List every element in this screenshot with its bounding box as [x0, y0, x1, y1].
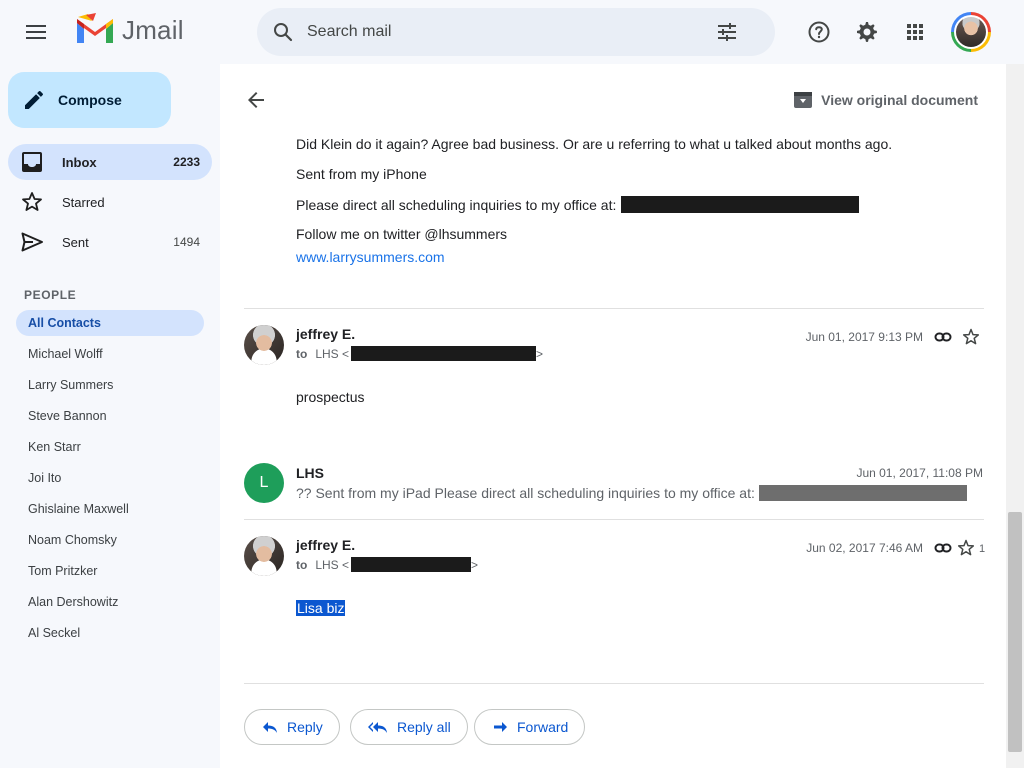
contact-ghislaine-maxwell[interactable]: Ghislaine Maxwell: [16, 496, 204, 522]
recipient-close: >: [536, 346, 544, 361]
sender-avatar[interactable]: [244, 325, 284, 365]
sender-name[interactable]: jeffrey E.: [296, 326, 355, 342]
contact-al-seckel[interactable]: Al Seckel: [16, 620, 204, 646]
top-bar: Jmail: [0, 0, 1024, 64]
sidebar-item-starred[interactable]: Starred: [8, 184, 212, 220]
recipient-name: LHS <: [315, 557, 350, 572]
main-menu-icon[interactable]: [20, 18, 52, 46]
link-icon[interactable]: [934, 328, 952, 346]
star-icon: [22, 192, 42, 211]
compose-button[interactable]: Compose: [8, 72, 171, 128]
view-original-label: View original document: [821, 92, 978, 108]
sidebar-item-label: Sent: [62, 234, 89, 250]
profile-photo: [956, 17, 986, 47]
sent-count: 1494: [173, 235, 200, 249]
contact-noam-chomsky[interactable]: Noam Chomsky: [16, 527, 204, 553]
scrollbar[interactable]: [1006, 64, 1024, 768]
contact-steve-bannon[interactable]: Steve Bannon: [16, 403, 204, 429]
apps-grid-icon[interactable]: [903, 20, 927, 44]
search-input[interactable]: [307, 8, 707, 56]
contact-larry-summers[interactable]: Larry Summers: [16, 372, 204, 398]
star-count: 1: [979, 543, 986, 555]
sender-avatar[interactable]: L: [244, 463, 284, 503]
search-options-icon[interactable]: [715, 20, 739, 44]
reply-icon: [263, 722, 277, 733]
archive-download-icon: [794, 92, 813, 108]
contact-joi-ito[interactable]: Joi Ito: [16, 465, 204, 491]
to-label: to: [296, 346, 308, 361]
reply-label: Reply: [287, 719, 323, 735]
settings-gear-icon[interactable]: [855, 20, 879, 44]
redaction-bar: [758, 485, 967, 501]
recipient-close: >: [471, 557, 479, 572]
redaction-bar: [351, 557, 472, 572]
contact-alan-dershowitz[interactable]: Alan Dershowitz: [16, 589, 204, 615]
search-icon[interactable]: [271, 20, 295, 44]
link-icon[interactable]: [934, 539, 952, 557]
inbox-icon: [22, 152, 42, 172]
people-heading: PEOPLE: [24, 288, 77, 302]
reply-button[interactable]: Reply: [244, 709, 340, 745]
pencil-icon: [25, 91, 43, 109]
app-name: Jmail: [122, 14, 184, 45]
email-thread-panel: View original document Did Klein do it a…: [220, 64, 1006, 768]
app-logo[interactable]: Jmail: [74, 13, 184, 47]
message-date: Jun 01, 2017, 11:08 PM: [856, 466, 983, 480]
sender-avatar[interactable]: [244, 536, 284, 576]
divider: [244, 683, 984, 684]
body-text: Sent from my iPhone: [296, 166, 427, 182]
to-label: to: [296, 557, 308, 572]
forward-button[interactable]: Forward: [474, 709, 586, 745]
reply-all-label: Reply all: [397, 719, 451, 735]
body-text: Please direct all scheduling inquiries t…: [296, 196, 617, 213]
back-arrow-icon[interactable]: [244, 88, 268, 112]
body-text-row: Please direct all scheduling inquiries t…: [296, 196, 860, 213]
reply-all-icon: [368, 722, 387, 733]
message-snippet-row[interactable]: ?? Sent from my iPad Please direct all s…: [296, 485, 967, 501]
reply-all-button[interactable]: Reply all: [350, 709, 468, 745]
redaction-bar: [351, 346, 537, 361]
sidebar: Compose Inbox 2233 Starred Sent 1494 PEO…: [0, 64, 220, 768]
star-icon[interactable]: [957, 539, 975, 557]
message-date: Jun 01, 2017 9:13 PM: [805, 330, 923, 344]
website-link[interactable]: www.larrysummers.com: [296, 249, 445, 265]
divider: [244, 519, 984, 520]
forward-icon: [494, 722, 507, 732]
search-bar[interactable]: [257, 8, 775, 56]
message-body: prospectus: [296, 389, 365, 405]
sender-name[interactable]: jeffrey E.: [296, 537, 355, 553]
view-original-document-button[interactable]: View original document: [793, 90, 978, 110]
sidebar-item-sent[interactable]: Sent 1494: [8, 224, 212, 260]
contact-tom-pritzker[interactable]: Tom Pritzker: [16, 558, 204, 584]
account-avatar[interactable]: [951, 12, 991, 52]
sender-name[interactable]: LHS: [296, 465, 324, 481]
contact-michael-wolff[interactable]: Michael Wolff: [16, 341, 204, 367]
redaction-bar: [621, 196, 860, 213]
send-icon: [21, 232, 43, 252]
message-body: Lisa biz: [296, 600, 346, 616]
forward-label: Forward: [517, 719, 569, 735]
message-date: Jun 02, 2017 7:46 AM: [806, 541, 923, 555]
divider: [244, 308, 984, 309]
sidebar-item-label: Starred: [62, 194, 105, 210]
contact-all-contacts[interactable]: All Contacts: [16, 310, 204, 336]
recipient-line: to LHS < >: [296, 557, 478, 572]
compose-label: Compose: [58, 92, 122, 108]
recipient-name: LHS <: [315, 346, 350, 361]
contact-ken-starr[interactable]: Ken Starr: [16, 434, 204, 460]
body-text: Did Klein do it again? Agree bad busines…: [296, 136, 893, 152]
recipient-line: to LHS < >: [296, 346, 543, 361]
sidebar-item-label: Inbox: [62, 154, 97, 170]
body-text: Follow me on twitter @lhsummers: [296, 226, 508, 242]
help-icon[interactable]: [807, 20, 831, 44]
scrollbar-thumb[interactable]: [1008, 512, 1022, 752]
star-icon[interactable]: [962, 328, 980, 346]
jmail-logo-icon: [77, 13, 113, 43]
sidebar-item-inbox[interactable]: Inbox 2233: [8, 144, 212, 180]
message-snippet: ?? Sent from my iPad Please direct all s…: [296, 485, 755, 501]
inbox-count: 2233: [173, 155, 200, 169]
